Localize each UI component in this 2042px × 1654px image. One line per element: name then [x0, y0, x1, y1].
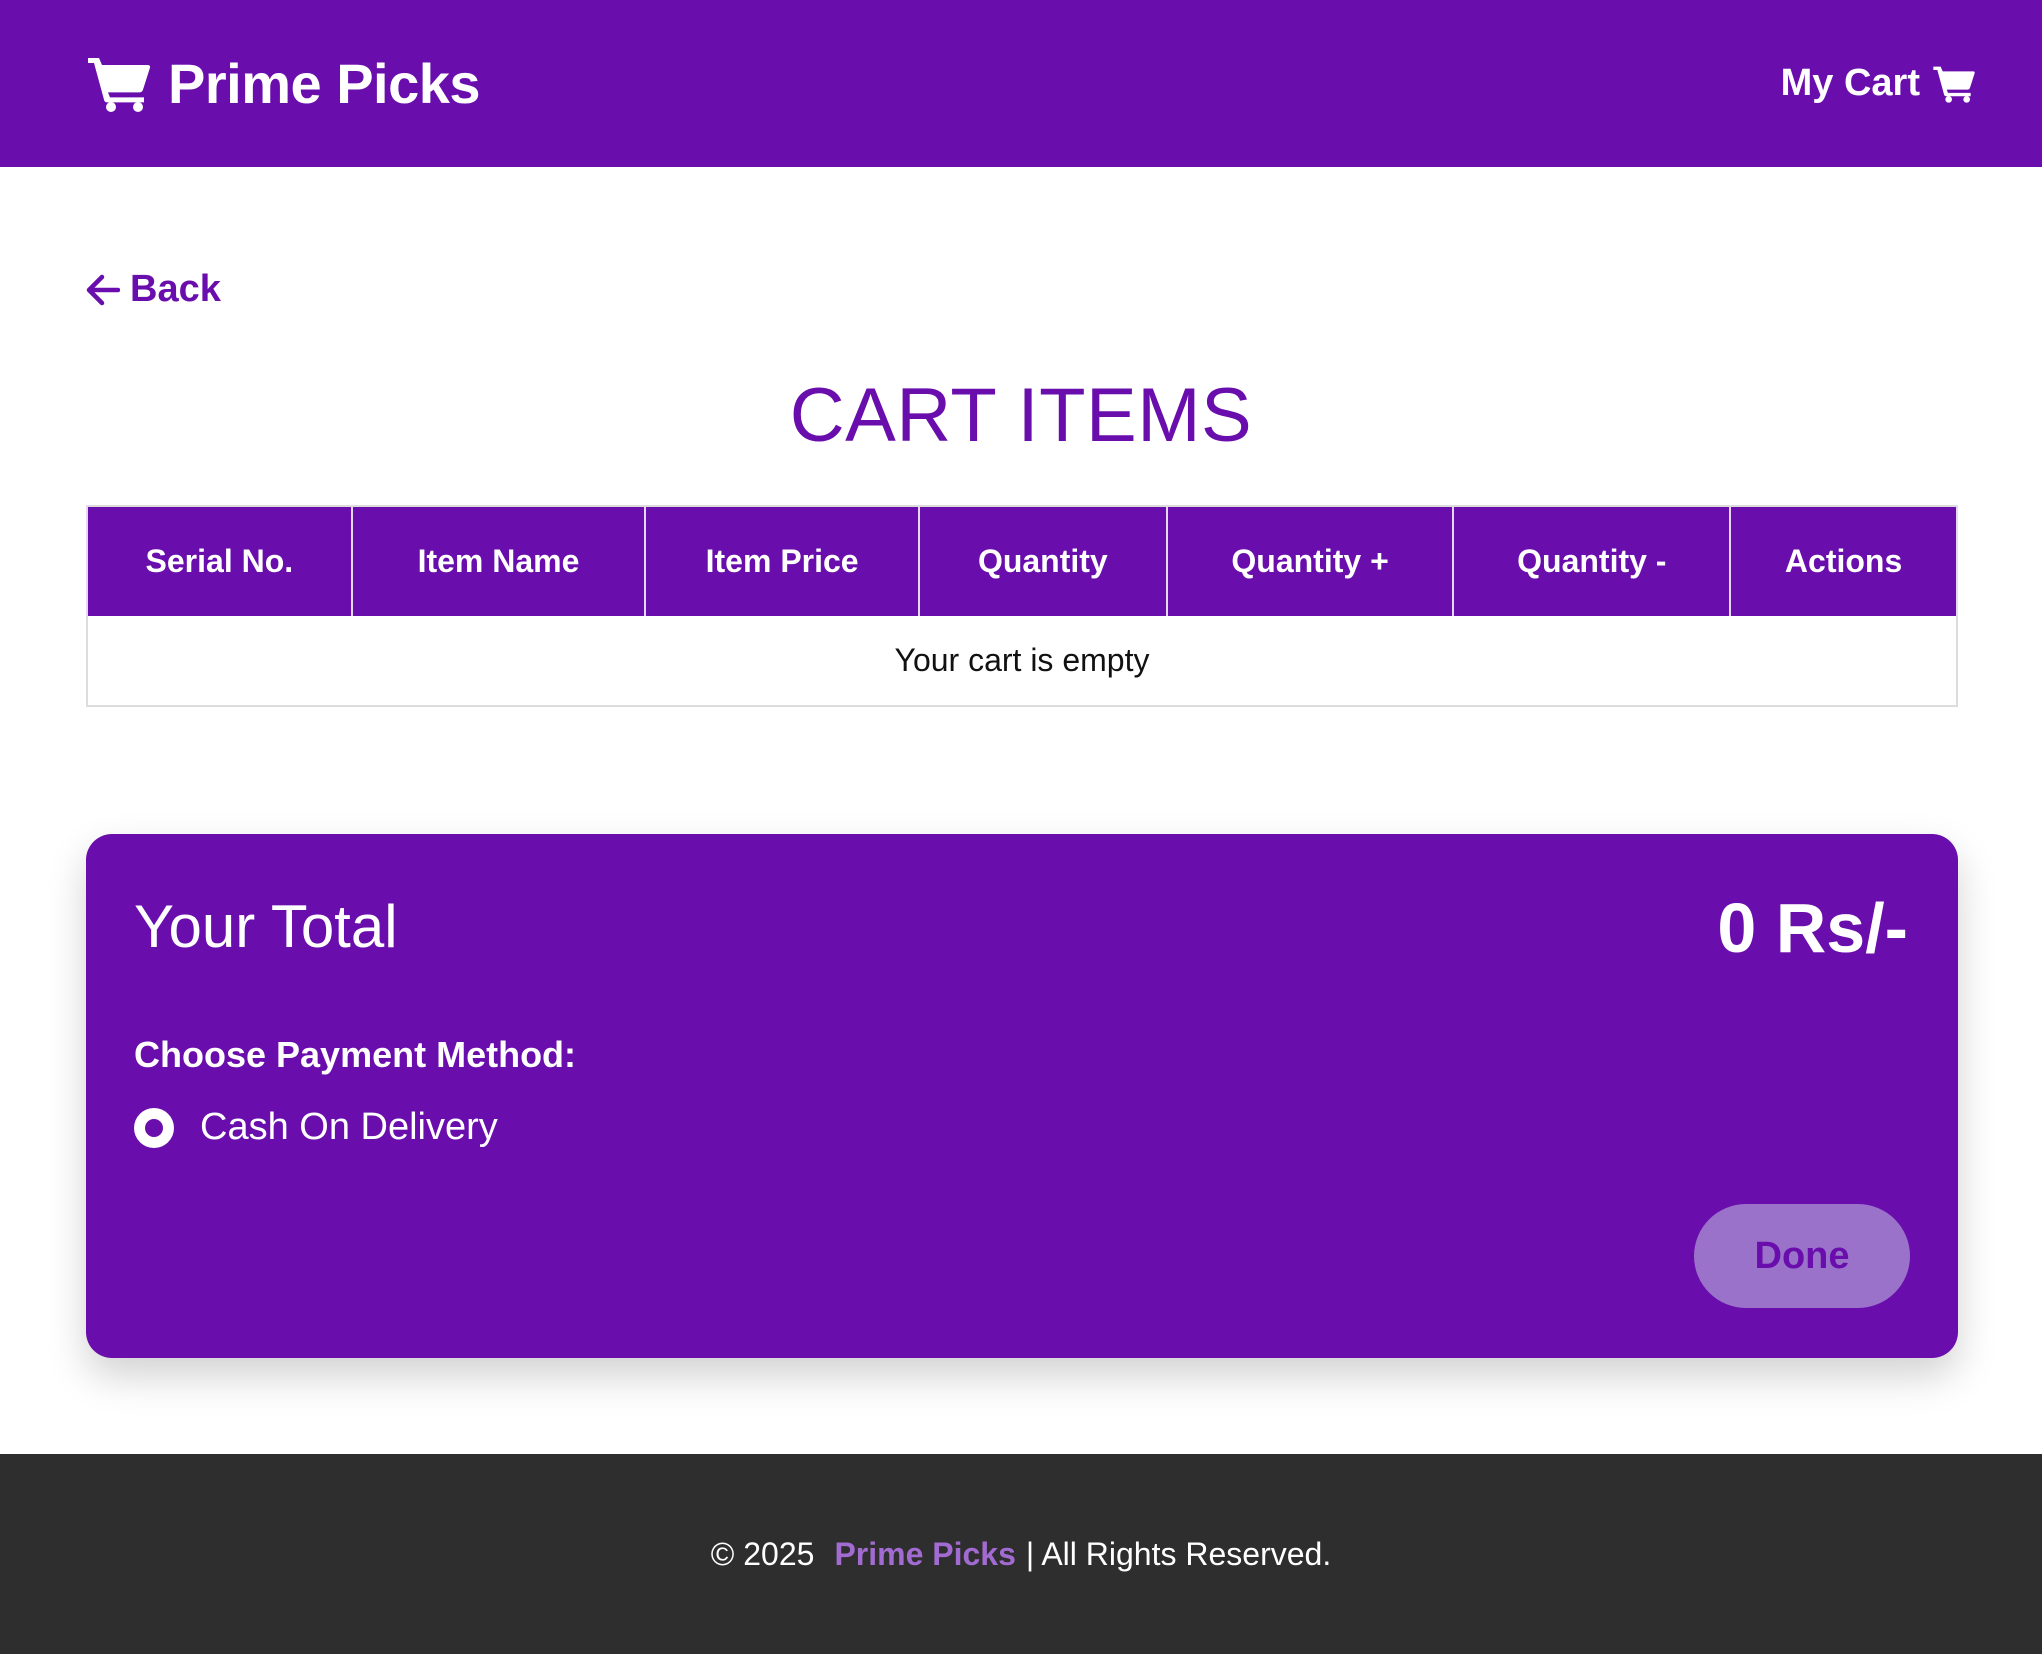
done-button[interactable]: Done	[1694, 1204, 1910, 1308]
column-header: Actions	[1729, 506, 1958, 616]
total-card: Your Total 0 Rs/- Choose Payment Method:…	[86, 834, 1958, 1358]
payment-option-label: Cash On Delivery	[200, 1106, 498, 1148]
arrow-left-icon	[86, 274, 120, 305]
shopping-cart-icon	[88, 57, 151, 112]
footer-brand: Prime Picks	[834, 1535, 1016, 1572]
my-cart-label: My Cart	[1780, 62, 1920, 104]
page-title: CART ITEMS	[789, 373, 1253, 458]
column-header: Quantity +	[1165, 506, 1455, 616]
table-header-row: Serial No. Item Name Item Price Quantity…	[86, 506, 1958, 616]
back-link[interactable]: Back	[86, 268, 221, 311]
column-header: Serial No.	[86, 506, 353, 616]
shopping-cart-icon	[1933, 66, 1975, 103]
payment-option-cod[interactable]: Cash On Delivery	[134, 1106, 498, 1149]
column-header: Item Price	[644, 506, 920, 616]
payment-method-label: Choose Payment Method:	[134, 1034, 577, 1075]
column-header: Item Name	[350, 506, 647, 616]
navbar: Prime Picks My Cart	[0, 0, 2042, 167]
cart-table: Serial No. Item Name Item Price Quantity…	[86, 505, 1958, 707]
empty-cart-message: Your cart is empty	[87, 616, 1957, 706]
table-row: Your cart is empty	[87, 616, 1957, 706]
my-cart-link[interactable]: My Cart	[1781, 62, 1976, 105]
brand-name: Prime Picks	[168, 52, 481, 115]
column-header: Quantity	[917, 506, 1168, 616]
footer: © 2025 Prime Picks | All Rights Reserved…	[0, 1454, 2042, 1654]
brand-link[interactable]: Prime Picks	[86, 51, 481, 116]
total-value: 0 Rs/-	[1717, 889, 1908, 967]
footer-copyright: © 2025	[710, 1535, 815, 1572]
back-label: Back	[130, 268, 221, 310]
payment-radio[interactable]	[134, 1107, 174, 1148]
total-label: Your Total	[134, 893, 398, 960]
footer-rights: | All Rights Reserved.	[1025, 1535, 1332, 1572]
column-header: Quantity -	[1452, 506, 1732, 616]
